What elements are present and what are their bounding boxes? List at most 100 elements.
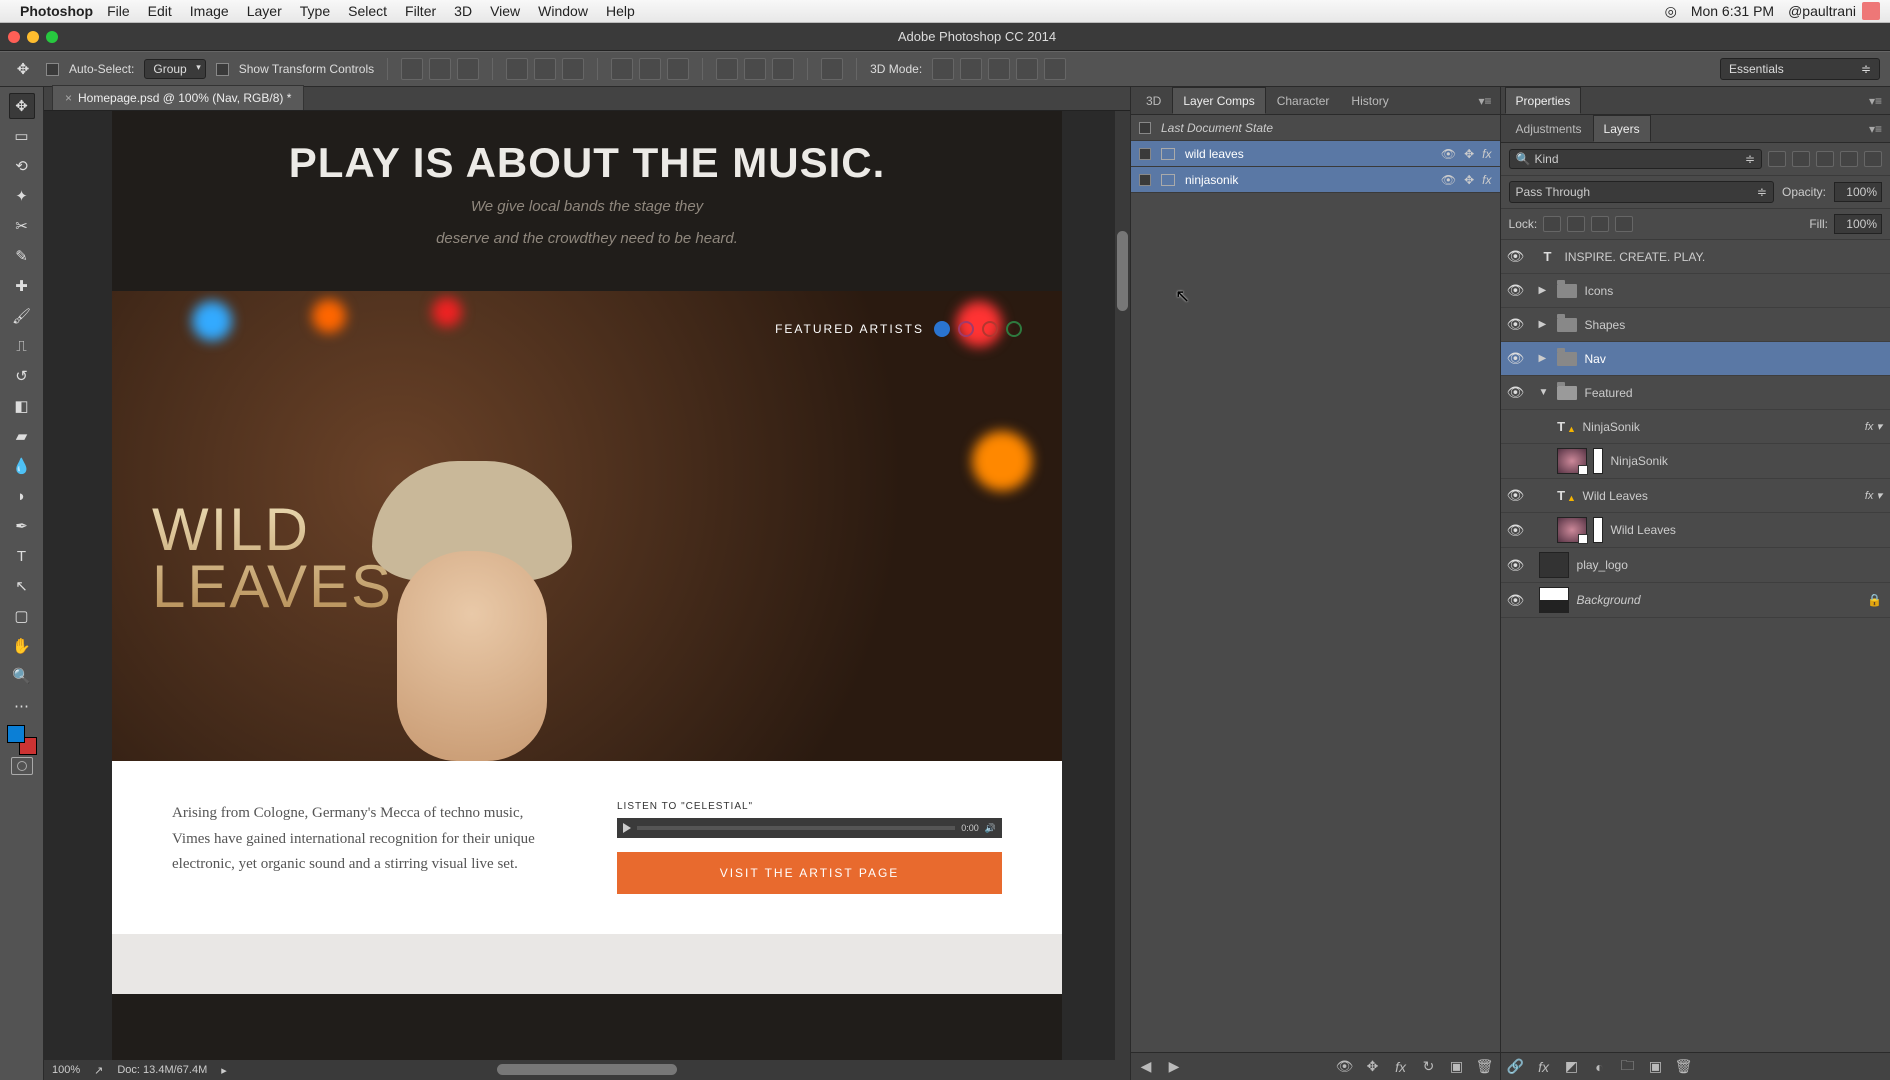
3d-rotate-icon[interactable] [932, 58, 954, 80]
gradient-tool-icon[interactable]: ▰ [9, 423, 35, 449]
quick-mask-icon[interactable] [11, 757, 33, 775]
document-tab[interactable]: × Homepage.psd @ 100% (Nav, RGB/8) * [52, 85, 304, 110]
menu-file[interactable]: File [107, 3, 130, 19]
layer-row[interactable]: TNinjaSonikfx ▾ [1501, 410, 1890, 444]
panel-menu-icon[interactable]: ▾≡ [1861, 88, 1890, 114]
type-tool-icon[interactable]: T [9, 543, 35, 569]
tab-character[interactable]: Character [1266, 87, 1341, 114]
3d-roll-icon[interactable] [960, 58, 982, 80]
filter-smartobj-icon[interactable] [1864, 151, 1882, 167]
show-transform-checkbox[interactable] [216, 63, 229, 76]
3d-scale-icon[interactable] [1044, 58, 1066, 80]
layer-visibility-icon[interactable]: 👁 [1507, 522, 1523, 539]
filter-shape-icon[interactable] [1840, 151, 1858, 167]
zoom-level[interactable]: 100% [52, 1064, 80, 1076]
shape-tool-icon[interactable]: ▢ [9, 603, 35, 629]
next-comp-icon[interactable]: ▶ [1165, 1058, 1183, 1076]
new-layer-icon[interactable]: ▣ [1647, 1058, 1665, 1076]
artist-dot-4[interactable] [1006, 321, 1022, 337]
artist-dot-2[interactable] [958, 321, 974, 337]
disclosure-icon[interactable]: ▶ [1539, 285, 1549, 296]
menu-select[interactable]: Select [348, 3, 387, 19]
layer-row[interactable]: 👁Wild Leaves [1501, 513, 1890, 548]
layers-filter-kind-dropdown[interactable]: 🔍Kind≑ [1509, 149, 1762, 169]
delete-layer-icon[interactable]: 🗑 [1675, 1058, 1693, 1076]
update-position-icon[interactable]: ✥ [1364, 1058, 1382, 1076]
layer-comp-row[interactable]: wild leaves 👁 ✥ fx [1131, 141, 1500, 167]
menu-image[interactable]: Image [190, 3, 229, 19]
menu-3d[interactable]: 3D [454, 3, 472, 19]
lock-pixels-icon[interactable] [1567, 216, 1585, 232]
appearance-attr-icon[interactable]: fx [1482, 173, 1491, 187]
update-visibility-icon[interactable]: 👁 [1336, 1058, 1354, 1076]
update-comp-icon[interactable]: ↻ [1420, 1058, 1438, 1076]
layer-row[interactable]: NinjaSonik [1501, 444, 1890, 479]
distribute-bottom-icon[interactable] [667, 58, 689, 80]
lock-position-icon[interactable] [1591, 216, 1609, 232]
workspace-switcher[interactable]: Essentials≑ [1720, 58, 1880, 80]
volume-icon[interactable]: 🔊 [985, 823, 996, 834]
lock-all-icon[interactable] [1615, 216, 1633, 232]
visibility-attr-icon[interactable]: 👁 [1441, 173, 1456, 187]
menu-help[interactable]: Help [606, 3, 635, 19]
visibility-attr-icon[interactable]: 👁 [1441, 147, 1456, 161]
prev-comp-icon[interactable]: ◀ [1137, 1058, 1155, 1076]
canvas-viewport[interactable]: PLAY IS ABOUT THE MUSIC. We give local b… [44, 111, 1130, 1080]
disclosure-icon[interactable]: ▶ [1539, 319, 1549, 330]
app-name[interactable]: Photoshop [20, 3, 93, 19]
panel-menu-icon[interactable]: ▾≡ [1861, 116, 1890, 142]
artist-dot-3[interactable] [982, 321, 998, 337]
delete-comp-icon[interactable]: 🗑 [1476, 1058, 1494, 1076]
tab-layers[interactable]: Layers [1593, 115, 1651, 142]
path-select-tool-icon[interactable]: ↖ [9, 573, 35, 599]
auto-select-checkbox[interactable] [46, 63, 59, 76]
brush-tool-icon[interactable]: 🖌 [9, 303, 35, 329]
layer-fx-icon[interactable]: fx ▾ [1865, 420, 1882, 433]
menubar-user[interactable]: @paultrani [1788, 3, 1856, 19]
artist-dot-1[interactable] [934, 321, 950, 337]
update-appearance-icon[interactable]: fx [1392, 1058, 1410, 1076]
export-icon[interactable]: ↗ [94, 1064, 103, 1077]
distribute-left-icon[interactable] [716, 58, 738, 80]
canvas-vertical-scrollbar[interactable] [1115, 111, 1130, 1060]
layer-fx-icon[interactable]: fx ▾ [1865, 489, 1882, 502]
progress-bar[interactable] [637, 826, 955, 830]
link-layers-icon[interactable]: 🔗 [1507, 1058, 1525, 1076]
healing-brush-tool-icon[interactable]: ✚ [9, 273, 35, 299]
layer-row[interactable]: 👁TWild Leavesfx ▾ [1501, 479, 1890, 513]
layer-row[interactable]: 👁TINSPIRE. CREATE. PLAY. [1501, 240, 1890, 274]
opacity-input[interactable]: 100% [1834, 182, 1882, 202]
layer-visibility-icon[interactable]: 👁 [1507, 248, 1523, 265]
history-brush-tool-icon[interactable]: ↺ [9, 363, 35, 389]
distribute-hcenter-icon[interactable] [744, 58, 766, 80]
layer-row[interactable]: 👁▼Featured [1501, 376, 1890, 410]
tab-layer-comps[interactable]: Layer Comps [1172, 87, 1265, 114]
layer-row[interactable]: 👁▶Icons [1501, 274, 1890, 308]
fill-input[interactable]: 100% [1834, 214, 1882, 234]
tab-close-icon[interactable]: × [65, 91, 72, 105]
auto-align-icon[interactable] [821, 58, 843, 80]
marquee-tool-icon[interactable]: ▭ [9, 123, 35, 149]
window-minimize-button[interactable] [27, 31, 39, 43]
pen-tool-icon[interactable]: ✒ [9, 513, 35, 539]
layer-visibility-icon[interactable]: 👁 [1507, 350, 1523, 367]
foreground-background-colors[interactable] [7, 725, 37, 755]
menu-type[interactable]: Type [300, 3, 330, 19]
window-close-button[interactable] [8, 31, 20, 43]
audio-player[interactable]: 0:00 🔊 [617, 818, 1002, 838]
filter-adjustment-icon[interactable] [1792, 151, 1810, 167]
eyedropper-tool-icon[interactable]: ✎ [9, 243, 35, 269]
new-comp-icon[interactable]: ▣ [1448, 1058, 1466, 1076]
layer-visibility-icon[interactable]: 👁 [1507, 316, 1523, 333]
lasso-tool-icon[interactable]: ⟲ [9, 153, 35, 179]
distribute-top-icon[interactable] [611, 58, 633, 80]
disclosure-icon[interactable]: ▶ [1539, 353, 1549, 364]
layer-row[interactable]: 👁play_logo [1501, 548, 1890, 583]
align-left-icon[interactable] [506, 58, 528, 80]
layer-row[interactable]: 👁Background🔒 [1501, 583, 1890, 618]
layer-comp-row[interactable]: ninjasonik 👁 ✥ fx [1131, 167, 1500, 193]
filter-type-icon[interactable] [1816, 151, 1834, 167]
disclosure-icon[interactable]: ▼ [1539, 387, 1549, 398]
tab-adjustments[interactable]: Adjustments [1505, 115, 1593, 142]
user-avatar-icon[interactable] [1862, 2, 1880, 20]
